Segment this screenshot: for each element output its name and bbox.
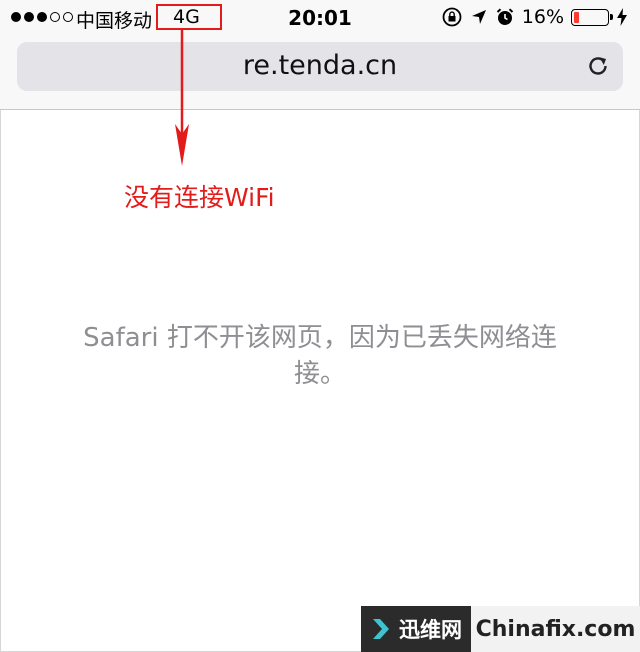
annotation-callout: 没有连接WiFi — [124, 183, 275, 212]
battery-percent: 16% — [521, 6, 564, 28]
alarm-icon — [496, 8, 513, 25]
status-icons: 16% — [441, 6, 628, 28]
error-message: Safari 打不开该网页，因为已丢失网络连接。 — [83, 323, 557, 389]
safari-header: 中国移动 4G 20:01 16% re.tenda.cn — [0, 0, 640, 110]
watermark-brand: 迅维网 — [399, 618, 462, 642]
battery-level-fill — [574, 11, 579, 23]
status-bar: 中国移动 4G 20:01 16% — [0, 0, 640, 36]
address-bar[interactable]: re.tenda.cn — [17, 42, 623, 91]
url-text[interactable]: re.tenda.cn — [17, 50, 623, 81]
charging-bolt-icon — [617, 8, 627, 26]
watermark-site: Chinafix.com — [475, 616, 636, 642]
watermark-site-block: Chinafix.com — [471, 606, 640, 652]
reload-icon[interactable] — [585, 53, 611, 79]
watermark-brand-block: 迅维网 — [361, 606, 471, 652]
location-arrow-icon — [471, 10, 486, 24]
annotation-arrow-icon — [175, 30, 189, 166]
rotation-lock-icon — [442, 7, 462, 27]
network-highlight-box — [156, 4, 222, 30]
chevron-logo-icon — [373, 619, 389, 639]
watermark: 迅维网 Chinafix.com — [361, 606, 640, 652]
battery-icon — [571, 8, 613, 26]
